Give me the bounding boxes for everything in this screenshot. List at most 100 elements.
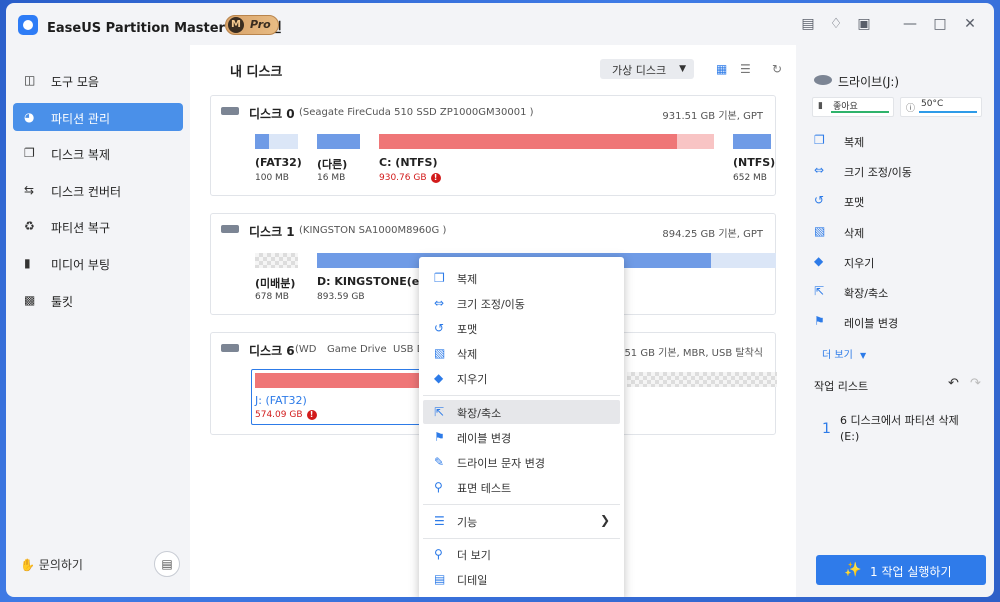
drive-icon [814,75,832,85]
usb-icon: ▮ [24,256,31,270]
resize-icon: ⇔ [434,296,445,310]
refresh-icon[interactable]: ↻ [772,62,786,76]
disk-card[interactable]: 디스크 0 (Seagate FireCuda 510 SSD ZP1000GM… [210,95,776,196]
menu-divider [423,504,620,505]
menu-item-surface-test[interactable]: ⚲ 표면 테스트 [423,475,620,499]
partition-size: 652 MB [733,173,767,183]
context-menu: ❐ 복제 ⇔ 크기 조정/이동 ↺ 포맷 ▧ 삭제 ◆ 지우기 ⇱ 확장/축소 … [419,257,624,597]
action-change-label[interactable]: ⚑ 레이블 변경 [814,313,984,331]
sidebar-item-disk-clone[interactable]: ❐ 디스크 복제 [13,139,183,167]
menu-item-label: 삭제 [457,348,478,361]
sidebar-item-disk-converter[interactable]: ⇆ 디스크 컨버터 [13,176,183,204]
app-window: EaseUS Partition Master 프로 버전 M Pro ▤ ♢ … [6,3,994,597]
eraser-icon: ◆ [434,371,444,385]
action-extend-shrink[interactable]: ⇱ 확장/축소 [814,283,984,301]
partition[interactable]: (NTFS) 652 MB [733,134,775,190]
notes-icon[interactable]: ▤ [800,16,816,32]
action-wipe[interactable]: ◆ 지우기 [814,253,984,271]
info-icon: ⓘ [906,104,916,114]
minimize-icon[interactable]: — [902,16,918,32]
menu-item-extend-shrink[interactable]: ⇱ 확장/축소 [423,400,620,424]
help-link[interactable]: ✋ 문의하기 [20,556,83,573]
menu-item-label: 더 보기 [457,549,491,562]
partition-selected[interactable]: C: (NTFS) 930.76 GB! [379,134,714,190]
sidebar-item-label: 디스크 복제 [51,148,111,162]
sidebar-item-partition-manager[interactable]: ◕ 파티션 관리 [13,103,183,131]
sidebar-item-tools[interactable]: ◫ 도구 모음 [13,66,183,94]
menu-item-label: 기능 [457,516,478,529]
op-number: 1 [822,421,831,437]
trash-icon: ▧ [814,224,826,238]
list-view-icon[interactable]: ☰ [740,62,754,76]
drive-title: 드라이브(J:) [838,75,900,89]
maximize-icon[interactable]: □ [932,16,948,32]
partition-size: 678 MB [255,292,289,302]
disk-model: (KINGSTON SA1000M8960G ) [299,225,447,236]
action-resize-move[interactable]: ⇔ 크기 조정/이동 [814,162,984,180]
menu-item-label: 지우기 [457,373,488,386]
pencil-icon: ✎ [434,455,445,469]
clone-icon: ❐ [814,133,825,147]
menu-item-change-label[interactable]: ⚑ 레이블 변경 [423,425,620,449]
partition-name: (FAT32) [255,156,302,169]
execute-button[interactable]: ✨ 1 작업 실행하기 [816,555,986,585]
grid-view-icon[interactable]: ▦ [716,62,730,76]
pro-badge[interactable]: M Pro [225,15,279,35]
menu-dropdown-icon[interactable]: ▣ [856,16,872,32]
partition-size: 574.09 GB! [255,410,317,420]
unallocated-bar[interactable] [627,372,777,387]
disk-header: 디스크 1 (KINGSTON SA1000M8960G ) 894.25 GB… [211,214,775,240]
virtual-disk-dropdown[interactable]: 가상 디스크 ▼ [600,59,694,79]
partition-name: J: (FAT32) [255,394,307,407]
sparkle-icon: ✨ [844,562,862,578]
sidebar-item-partition-recovery[interactable]: ♻ 파티션 복구 [13,212,183,240]
disk-health-icon: ▮ [818,101,823,111]
chat-button[interactable]: ▤ [154,551,180,577]
undo-icon[interactable]: ↶ [948,376,959,391]
partition-size: 100 MB [255,173,289,183]
more-link[interactable]: 더 보기 ▼ [822,346,866,361]
disk-model-name: Game Drive [327,344,387,355]
help-label: 문의하기 [38,558,83,572]
menu-item-label: 포맷 [457,323,478,336]
disk-name: 디스크 0 [249,107,295,121]
menu-item-wipe[interactable]: ◆ 지우기 [423,366,620,390]
bell-icon[interactable]: ♢ [828,16,844,32]
right-panel: 드라이브(J:) ▮ 좋아요 ⓘ 50°C ❐ 복제 ⇔ 크기 조정/이동 ↺ … [796,45,994,597]
sidebar-item-label: 파티션 복구 [51,221,111,235]
menu-item-format[interactable]: ↺ 포맷 [423,316,620,340]
partition[interactable]: (다른) 16 MB [317,134,360,190]
chat-icon: ▤ [161,557,173,571]
action-clone[interactable]: ❐ 복제 [814,132,984,150]
sidebar-item-toolkit[interactable]: ▩ 툴킷 [13,286,183,314]
disk-model: (WD [295,344,317,355]
menu-item-features[interactable]: ☰ 기능 ❯ [423,509,620,533]
disk-model: (Seagate FireCuda 510 SSD ZP1000GM30001 … [299,107,534,118]
sidebar-item-bootable-media[interactable]: ▮ 미디어 부팅 [13,249,183,277]
resize-icon: ⇔ [814,163,825,177]
partition-selected[interactable]: J: (FAT32) 574.09 GB! [251,369,423,425]
partition[interactable]: (미배분) 678 MB [255,253,298,309]
menu-item-detail[interactable]: ▤ 디테일 [423,567,620,591]
menu-item-label: 레이블 변경 [457,432,512,445]
partition[interactable]: (FAT32) 100 MB [255,134,302,190]
menu-item-more[interactable]: ⚲ 더 보기 [423,542,620,566]
action-format[interactable]: ↺ 포맷 [814,192,984,210]
redo-icon[interactable]: ↷ [970,376,981,391]
menu-item-delete[interactable]: ▧ 삭제 [423,341,620,365]
toolkit-icon: ▩ [24,293,36,307]
pie-chart-icon: ◕ [24,110,35,124]
disk-size: 894.25 GB 기본, GPT [662,229,763,240]
action-label: 지우기 [844,257,875,270]
format-icon: ↺ [434,321,445,335]
action-delete[interactable]: ▧ 삭제 [814,223,984,241]
app-logo-icon [18,15,38,35]
menu-item-clone[interactable]: ❐ 복제 [423,266,620,290]
menu-item-change-drive-letter[interactable]: ✎ 드라이브 문자 변경 [423,450,620,474]
op-item[interactable]: 6 디스크에서 파티션 삭제(E:) [840,413,970,445]
menu-item-resize-move[interactable]: ⇔ 크기 조정/이동 [423,291,620,315]
convert-icon: ⇆ [24,183,35,197]
clone-icon: ❐ [434,271,445,285]
close-icon[interactable]: ✕ [962,16,978,32]
temperature-status: ⓘ 50°C [900,97,982,117]
